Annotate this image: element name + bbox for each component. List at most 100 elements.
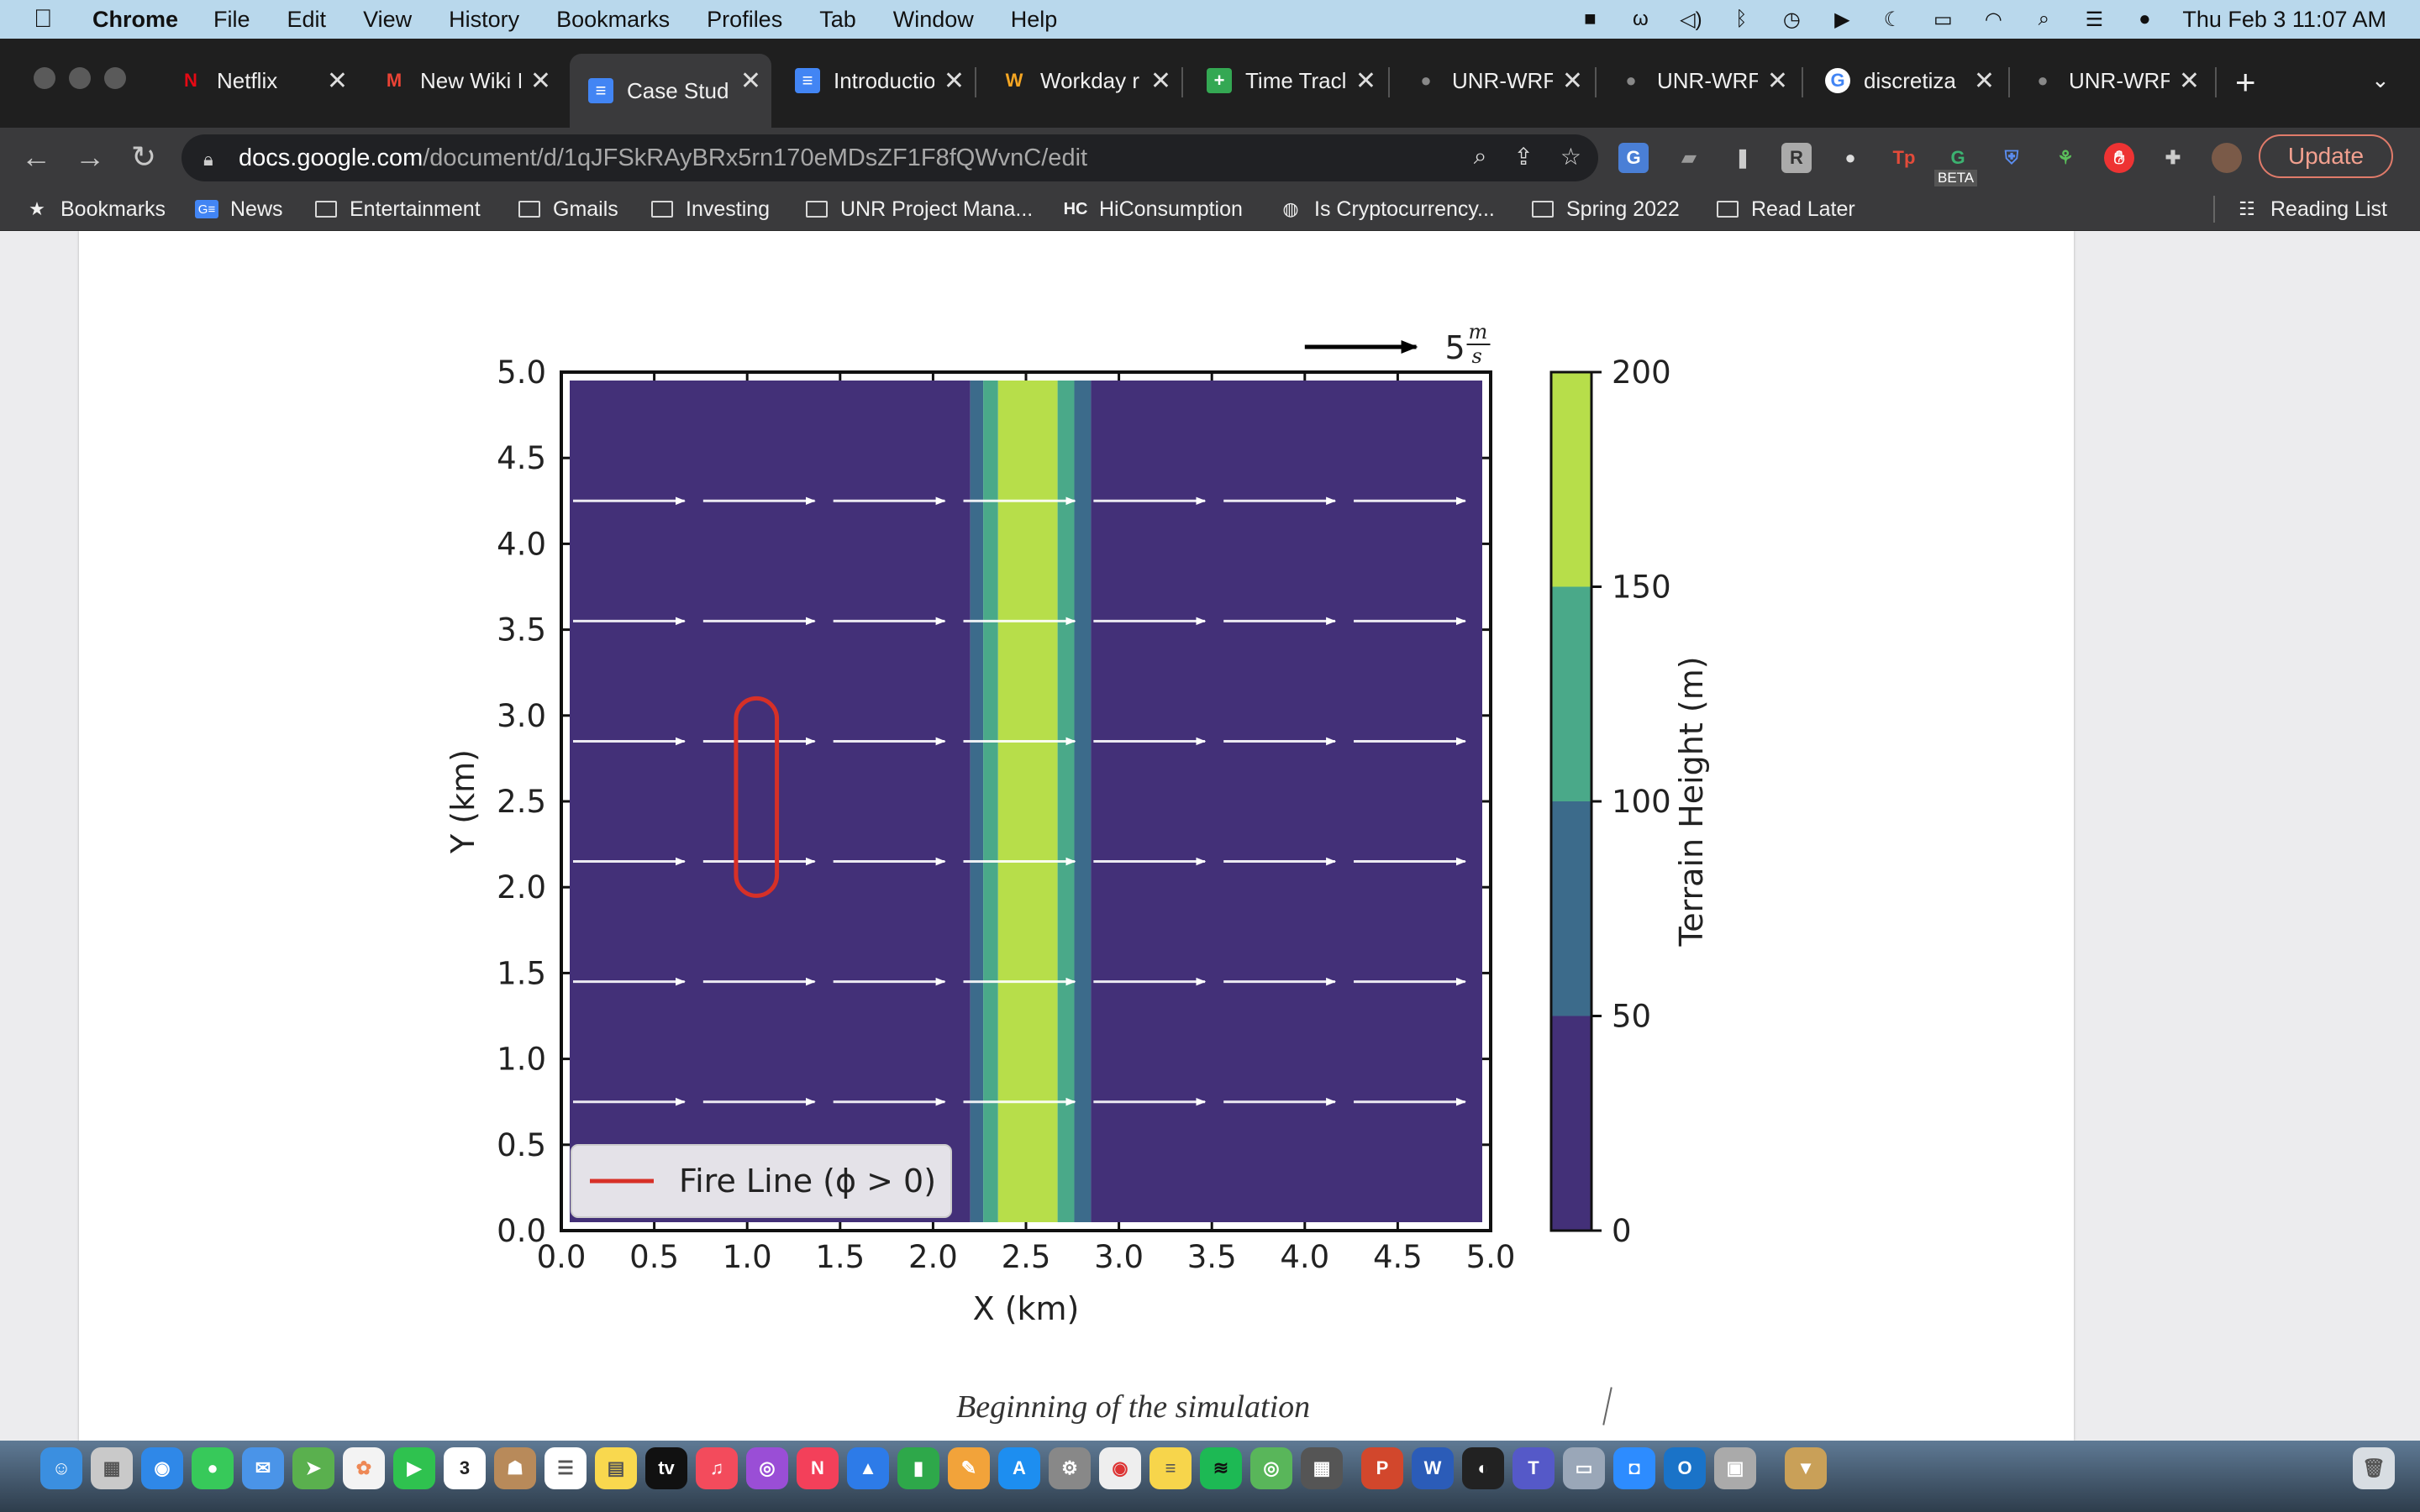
find-my-icon[interactable]: ◎: [1250, 1447, 1292, 1489]
tab-search-chevron-icon[interactable]: ⌄: [2371, 67, 2390, 93]
photos-icon[interactable]: ✿: [343, 1447, 385, 1489]
tab-unr-wrf-3[interactable]: ● UNR-WRF ✕: [2012, 54, 2210, 108]
moon-icon[interactable]: ☾: [1880, 8, 1905, 31]
window-minimize-icon[interactable]: [69, 67, 91, 89]
screen-record-icon[interactable]: ■: [1577, 8, 1602, 30]
extension-tp-icon[interactable]: Tp: [1889, 143, 1919, 173]
teams-icon[interactable]: T: [1512, 1447, 1555, 1489]
bookmark-item-spring-2022[interactable]: Spring 2022: [1531, 195, 1680, 223]
tab-discretization[interactable]: G discretiza ✕: [1807, 54, 2005, 108]
maps-icon[interactable]: ➤: [292, 1447, 334, 1489]
tab-time-tracker[interactable]: + Time Tracl ✕: [1188, 54, 1386, 108]
bookmark-item-bookmarks[interactable]: ★ Bookmarks: [25, 195, 166, 223]
close-icon[interactable]: ✕: [1767, 66, 1788, 96]
reminders-icon[interactable]: ☰: [544, 1447, 587, 1489]
battery-icon[interactable]: ▭: [1930, 8, 1955, 31]
control-center-icon[interactable]: ☰: [2081, 8, 2107, 31]
lock-icon[interactable]: 🔒︎: [203, 149, 222, 170]
bookmark-item-news[interactable]: G≡ News: [195, 195, 283, 223]
news-app-icon[interactable]: N: [797, 1447, 839, 1489]
safari-icon[interactable]: ◉: [141, 1447, 183, 1489]
numbers-icon[interactable]: ▮: [897, 1447, 939, 1489]
bookmark-star-icon[interactable]: ☆: [1560, 143, 1581, 171]
reading-list-button[interactable]: ☷ Reading List: [2235, 195, 2387, 223]
back-arrow-icon[interactable]: ←: [17, 138, 55, 176]
tab-unr-wrf-1[interactable]: ● UNR-WRF ✕: [1395, 54, 1593, 108]
menu-clock[interactable]: Thu Feb 3 11:07 AM: [2182, 7, 2386, 33]
extension-hand-icon[interactable]: ✋︎: [2104, 143, 2134, 173]
extension-hummingbird-icon[interactable]: ⚘: [2050, 143, 2081, 173]
launchpad-icon[interactable]: ▦: [91, 1447, 133, 1489]
keynote-icon[interactable]: ▲: [847, 1447, 889, 1489]
extension-grammarly-icon[interactable]: G: [1943, 143, 1973, 173]
trash-icon[interactable]: 🗑︎: [2353, 1447, 2395, 1489]
bluetooth-icon[interactable]: ᛒ: [1728, 8, 1754, 30]
window-close-icon[interactable]: [34, 67, 55, 89]
obs-icon[interactable]: ◐: [1462, 1447, 1504, 1489]
extension-bitwarden-icon[interactable]: ⛨: [1996, 143, 2027, 173]
close-icon[interactable]: ✕: [2179, 66, 2200, 96]
calendar-icon[interactable]: 3: [444, 1447, 486, 1489]
close-icon[interactable]: ✕: [1150, 66, 1171, 96]
tab-new-wiki[interactable]: M New Wiki I ✕: [363, 54, 561, 108]
finder-icon[interactable]: ☺: [40, 1447, 82, 1489]
preview-icon[interactable]: ▣: [1714, 1447, 1756, 1489]
menu-edit[interactable]: Edit: [287, 7, 327, 33]
close-icon[interactable]: ✕: [944, 66, 965, 96]
window-zoom-icon[interactable]: [104, 67, 126, 89]
extension-pin-icon[interactable]: ●: [1835, 143, 1865, 173]
share-icon[interactable]: ⇪: [1513, 143, 1533, 171]
google-translate-icon[interactable]: G: [1618, 143, 1649, 173]
music-icon[interactable]: ♫: [696, 1447, 738, 1489]
bookmark-item-cryptocurrency[interactable]: ◍ Is Cryptocurrency...: [1279, 195, 1494, 223]
outlook-icon[interactable]: O: [1664, 1447, 1706, 1489]
play-icon[interactable]: ▶: [1829, 8, 1854, 31]
bookmark-item-unr-project[interactable]: UNR Project Mana...: [805, 195, 1033, 223]
new-tab-plus-icon[interactable]: +: [2235, 62, 2256, 102]
tab-introduction[interactable]: ≡ Introductio ✕: [776, 54, 975, 108]
menu-app-name[interactable]: Chrome: [92, 7, 178, 33]
bookmark-item-read-later[interactable]: Read Later: [1716, 195, 1855, 223]
system-preferences-icon[interactable]: ⚙: [1049, 1447, 1091, 1489]
time-machine-icon[interactable]: ◷: [1779, 8, 1804, 31]
powerpoint-icon[interactable]: P: [1361, 1447, 1403, 1489]
zoom-icon-app[interactable]: ◘: [1613, 1447, 1655, 1489]
tab-workday[interactable]: W Workday r ✕: [983, 54, 1181, 108]
mail-icon[interactable]: ✉: [242, 1447, 284, 1489]
apple-tv-icon[interactable]: tv: [645, 1447, 687, 1489]
close-icon[interactable]: ✕: [1562, 66, 1583, 96]
siri-icon[interactable]: ●: [2132, 8, 2157, 30]
bookmark-item-entertainment[interactable]: Entertainment: [314, 195, 481, 223]
downloads-icon[interactable]: ▼: [1785, 1447, 1827, 1489]
menu-tab[interactable]: Tab: [819, 7, 856, 33]
chrome-icon[interactable]: ◉: [1099, 1447, 1141, 1489]
bookmark-item-gmails[interactable]: Gmails: [518, 195, 618, 223]
apple-menu-icon[interactable]: : [34, 5, 67, 34]
menu-help[interactable]: Help: [1011, 7, 1058, 33]
notes-icon[interactable]: ▤: [595, 1447, 637, 1489]
messages-icon[interactable]: ●: [192, 1447, 234, 1489]
zoom-icon[interactable]: ⌕: [1474, 143, 1487, 171]
webex-icon[interactable]: ω: [1628, 8, 1653, 30]
menu-view[interactable]: View: [363, 7, 412, 33]
document-viewport[interactable]: 0.0 0.5 1.0 1.5 2.0 2.5 3.0 3.5 4.0 4.5 5.0 0.0 0.5…: [0, 231, 2420, 1441]
bookmark-item-investing[interactable]: Investing: [650, 195, 770, 223]
volume-icon[interactable]: ◁): [1678, 8, 1703, 31]
extension-pages-icon[interactable]: ❚: [1728, 143, 1758, 173]
bookmark-item-hiconsumption[interactable]: HC HiConsumption: [1064, 195, 1243, 223]
menu-window[interactable]: Window: [893, 7, 974, 33]
word-icon[interactable]: W: [1412, 1447, 1454, 1489]
facetime-icon[interactable]: ▶: [393, 1447, 435, 1489]
contacts-icon[interactable]: ☗: [494, 1447, 536, 1489]
screen-sharing-icon[interactable]: ▭: [1563, 1447, 1605, 1489]
extensions-puzzle-icon[interactable]: ✚: [2158, 143, 2188, 173]
profile-avatar[interactable]: [2212, 143, 2242, 173]
podcasts-icon[interactable]: ◎: [746, 1447, 788, 1489]
extension-r-icon[interactable]: R: [1781, 143, 1812, 173]
close-icon[interactable]: ✕: [327, 66, 348, 96]
stickies-icon[interactable]: ≡: [1150, 1447, 1192, 1489]
spotify-icon[interactable]: ≋: [1200, 1447, 1242, 1489]
calculator-icon[interactable]: ▦: [1301, 1447, 1343, 1489]
tab-case-study[interactable]: ≡ Case Stud ✕: [570, 54, 771, 128]
close-icon[interactable]: ✕: [530, 66, 551, 96]
